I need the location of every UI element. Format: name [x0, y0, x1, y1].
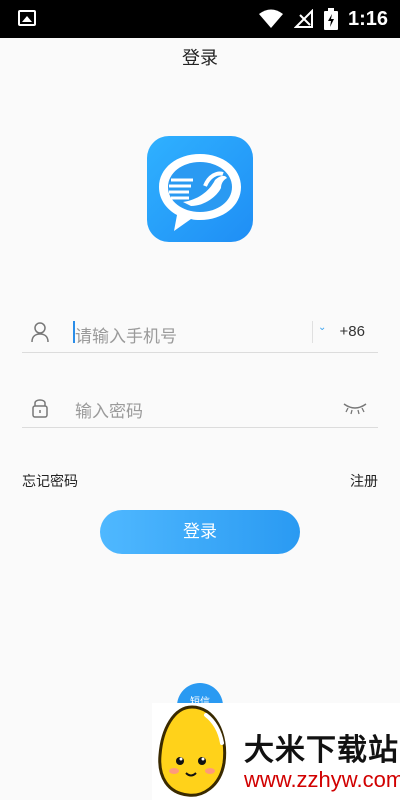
chevron-down-icon[interactable]: ⌄: [318, 322, 326, 333]
password-field[interactable]: 输入密码: [22, 388, 378, 428]
rice-mascot-icon: [158, 705, 227, 797]
status-time: 1:16: [347, 7, 388, 30]
status-bar: 1:16: [0, 0, 400, 38]
password-input[interactable]: 输入密码: [75, 397, 143, 422]
watermark: 大米下载站 www.zzhyw.com: [152, 703, 400, 800]
app-logo: [147, 136, 253, 242]
eye-closed-icon[interactable]: [342, 400, 368, 416]
page-title: 登录: [182, 48, 218, 69]
login-button[interactable]: 登录: [100, 510, 300, 554]
wifi-icon: [258, 9, 283, 28]
dove-chat-bubble-logo-icon: [159, 154, 241, 231]
phone-field[interactable]: 请输入手机号 ⌄ +86: [22, 313, 378, 353]
watermark-url: www.zzhyw.com: [244, 767, 400, 792]
phone-input[interactable]: 请输入手机号: [75, 322, 177, 347]
watermark-site-name: 大米下载站: [244, 733, 399, 768]
image-notification-icon: [18, 10, 36, 26]
register-link[interactable]: 注册: [350, 471, 378, 491]
battery-charging-icon: [323, 8, 338, 30]
user-icon: [31, 322, 49, 343]
country-code-selector[interactable]: +86: [340, 323, 365, 340]
field-divider: [312, 321, 313, 343]
forgot-password-link[interactable]: 忘记密码: [22, 471, 78, 491]
no-signal-icon: [293, 9, 313, 28]
lock-icon: [32, 399, 48, 418]
status-icons: 1:16: [258, 0, 388, 38]
